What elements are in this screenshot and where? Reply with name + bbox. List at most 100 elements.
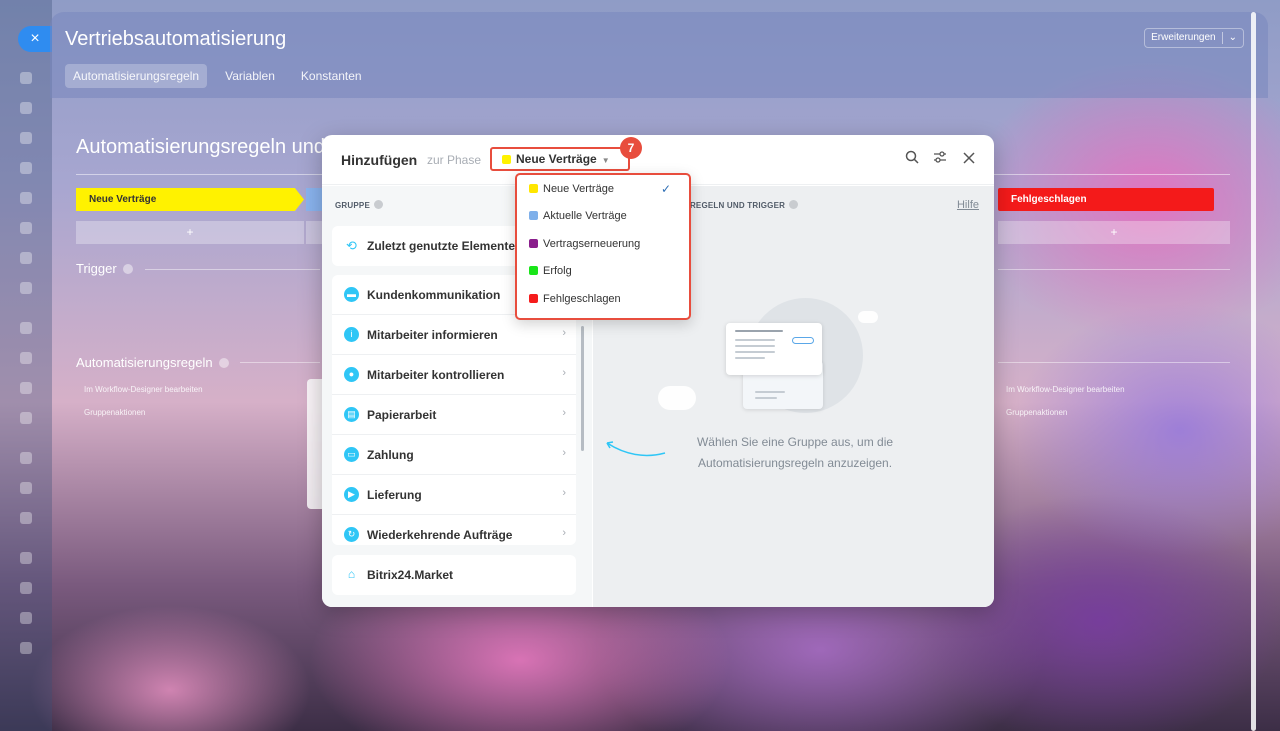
button-illustration — [792, 337, 814, 344]
help-icon[interactable] — [20, 582, 32, 594]
chevron-right-icon: › — [562, 527, 566, 539]
phase-option-renewal[interactable]: Vertragserneuerung — [529, 236, 640, 252]
phase-option-label: Fehlgeschlagen — [543, 293, 621, 305]
list-item[interactable]: ▭ Zahlung › — [332, 435, 576, 475]
automation-icon[interactable] — [20, 412, 32, 424]
market-item[interactable]: ⌂ Bitrix24.Market — [332, 555, 576, 595]
phase-option-failed[interactable]: Fehlgeschlagen — [529, 291, 621, 307]
rules-label: Automatisierungsregeln — [76, 355, 213, 370]
phase-selector-label: Neue Verträge — [516, 152, 597, 166]
phase-selector[interactable]: Neue Verträge ▼ — [490, 147, 630, 171]
chat-icon[interactable] — [20, 132, 32, 144]
phase-option-label: Neue Verträge — [543, 183, 614, 195]
phase-color-icon — [529, 294, 538, 303]
arrow-left-icon — [606, 441, 666, 457]
left-rail — [0, 0, 52, 731]
popup-subtitle: zur Phase — [427, 153, 482, 167]
divider — [998, 362, 1230, 363]
phase-dropdown: Neue Verträge ✓ Aktuelle Verträge Vertra… — [515, 173, 691, 320]
tab-variables[interactable]: Variablen — [217, 64, 283, 88]
edit-in-designer-link[interactable]: Im Workflow-Designer bearbeiten — [84, 385, 203, 394]
tasks-icon[interactable] — [20, 252, 32, 264]
cloud-illustration — [658, 386, 696, 410]
close-icon[interactable] — [960, 150, 978, 168]
phase-color-icon — [529, 266, 538, 275]
crm-icon[interactable] — [20, 282, 32, 294]
phase-option-label: Erfolg — [543, 265, 572, 277]
tab-constants[interactable]: Konstanten — [293, 64, 370, 88]
group-header-label: GRUPPE — [335, 201, 370, 210]
divider — [1221, 32, 1223, 44]
divider — [145, 269, 320, 270]
phase-option-label: Vertragserneuerung — [543, 238, 641, 250]
chevron-down-icon: ▼ — [601, 156, 610, 165]
chevron-right-icon: › — [562, 327, 566, 339]
chevron-right-icon: › — [562, 407, 566, 419]
edit-in-designer-link[interactable]: Im Workflow-Designer bearbeiten — [1006, 385, 1125, 394]
add-trigger-button[interactable]: + — [998, 221, 1230, 244]
help-link[interactable]: Hilfe — [957, 199, 979, 211]
group-actions-link[interactable]: Gruppenaktionen — [1006, 408, 1067, 417]
analytics-icon[interactable] — [20, 382, 32, 394]
list-item[interactable]: ▤ Papierarbeit › — [332, 395, 576, 435]
menu-icon[interactable] — [20, 72, 32, 84]
stage-failed[interactable]: Fehlgeschlagen — [998, 188, 1214, 211]
trigger-section-label: Trigger — [76, 261, 133, 276]
rules-section-label: Automatisierungsregeln — [76, 355, 229, 370]
slider-tabs: Automatisierungsregeln Variablen Konstan… — [65, 64, 370, 88]
more-icon[interactable] — [20, 552, 32, 564]
calendar-icon[interactable] — [20, 162, 32, 174]
list-item[interactable]: ● Mitarbeiter kontrollieren › — [332, 355, 576, 395]
phase-option-new[interactable]: Neue Verträge — [529, 181, 614, 197]
feed-icon[interactable] — [20, 102, 32, 114]
group-label: Kundenkommunikation — [367, 288, 501, 302]
phase-option-current[interactable]: Aktuelle Verträge — [529, 208, 627, 224]
filter-settings-icon[interactable] — [931, 150, 949, 168]
phase-option-label: Aktuelle Verträge — [543, 210, 627, 222]
drive-icon[interactable] — [20, 192, 32, 204]
phase-color-icon — [529, 184, 538, 193]
page-scrollbar[interactable] — [1251, 12, 1256, 731]
group-label: Papierarbeit — [367, 408, 437, 422]
mail-icon[interactable] — [20, 222, 32, 234]
tab-automation-rules[interactable]: Automatisierungsregeln — [65, 64, 208, 88]
market-label: Bitrix24.Market — [367, 568, 454, 582]
group-actions-link[interactable]: Gruppenaktionen — [84, 408, 145, 417]
help-icon[interactable] — [789, 200, 799, 209]
group-scrollbar[interactable] — [581, 326, 584, 451]
chevron-right-icon: › — [562, 447, 566, 459]
document-illustration — [726, 323, 822, 375]
add-trigger-button[interactable]: + — [76, 221, 304, 244]
empty-state-line: Automatisierungsregeln anzuzeigen. — [697, 456, 893, 470]
rules-header: GSREGELN UND TRIGGER — [678, 200, 799, 210]
info-icon: i — [344, 327, 359, 342]
extensions-label: Erweiterungen — [1151, 32, 1216, 43]
list-item[interactable]: ↻ Wiederkehrende Aufträge › — [332, 515, 576, 545]
list-item[interactable]: i Mitarbeiter informieren › — [332, 315, 576, 355]
help-icon[interactable] — [218, 358, 229, 368]
market-icon[interactable] — [20, 612, 32, 624]
invite-icon[interactable] — [20, 642, 32, 654]
slider-header: Vertriebsautomatisierung Automatisierung… — [50, 12, 1268, 98]
chat-icon: ▬ — [344, 287, 359, 302]
rules-header-label: GSREGELN UND TRIGGER — [678, 201, 786, 210]
recent-elements-label: Zuletzt genutzte Elemente — [367, 239, 516, 253]
chevron-right-icon: › — [562, 367, 566, 379]
phase-option-success[interactable]: Erfolg — [529, 263, 572, 279]
list-item[interactable]: ▶ Lieferung › — [332, 475, 576, 515]
settings-icon[interactable] — [20, 512, 32, 524]
sites-icon[interactable] — [20, 322, 32, 334]
help-icon[interactable] — [122, 264, 133, 274]
apps-icon[interactable] — [20, 482, 32, 494]
extensions-button[interactable]: Erweiterungen ⌄ — [1144, 28, 1244, 48]
slider-close-button[interactable]: × — [18, 26, 52, 52]
search-icon[interactable] — [903, 150, 921, 168]
shop-icon[interactable] — [20, 352, 32, 364]
help-icon[interactable] — [374, 200, 383, 209]
history-icon: ⟲ — [346, 238, 357, 253]
stage-new-contracts[interactable]: Neue Verträge — [76, 188, 304, 211]
employees-icon[interactable] — [20, 452, 32, 464]
phase-color-icon — [529, 211, 538, 220]
checkmark-icon: ✓ — [660, 182, 671, 196]
trigger-label: Trigger — [76, 261, 117, 276]
